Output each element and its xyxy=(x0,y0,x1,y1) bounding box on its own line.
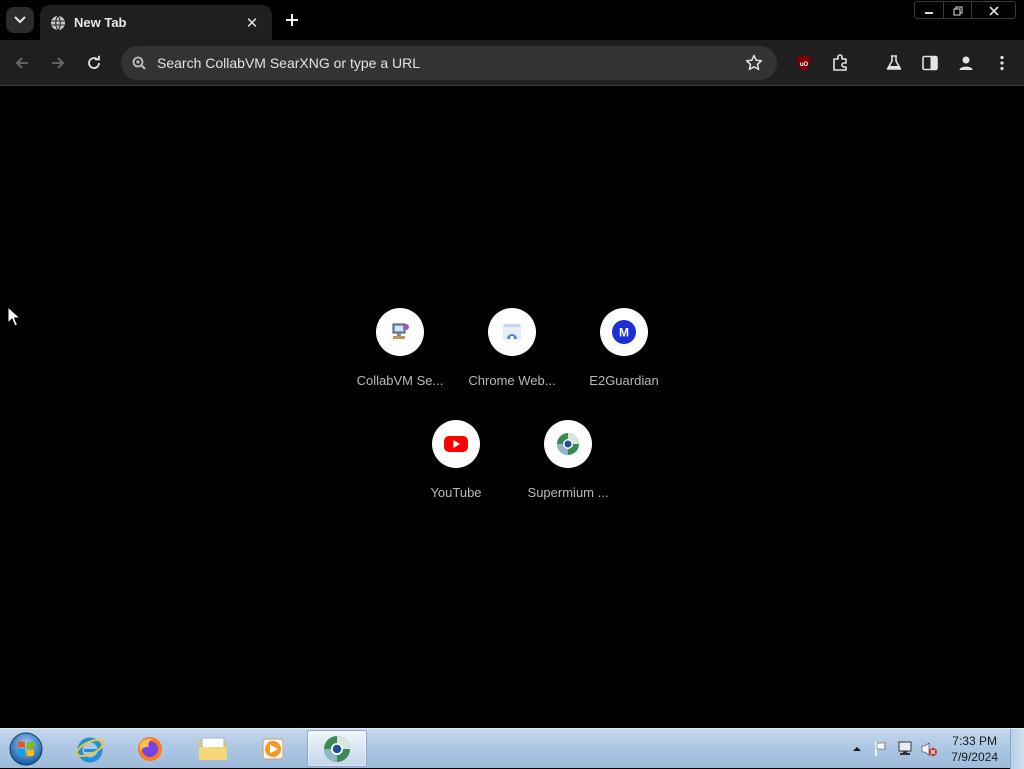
minimize-button[interactable] xyxy=(915,2,943,18)
mouse-cursor-icon xyxy=(7,306,21,327)
network-icon xyxy=(898,741,912,755)
address-bar-placeholder: Search CollabVM SearXNG or type a URL xyxy=(157,55,420,71)
restore-button[interactable] xyxy=(943,2,971,18)
ublock-origin-button[interactable]: uO xyxy=(792,51,816,75)
taskbar: 7:33 PM 7/9/2024 xyxy=(0,728,1024,769)
shortcut-tile[interactable]: Supermium ... xyxy=(512,420,624,532)
new-tab-button[interactable] xyxy=(280,8,304,32)
system-tray: 7:33 PM 7/9/2024 xyxy=(845,729,1024,769)
firefox-icon xyxy=(138,736,162,761)
close-icon xyxy=(988,5,999,16)
browser-toolbar: Search CollabVM SearXNG or type a URL uO xyxy=(0,40,1024,111)
action-center-button[interactable] xyxy=(872,740,890,758)
forward-icon xyxy=(52,57,65,69)
taskbar-media-player[interactable] xyxy=(243,730,303,767)
globe-icon xyxy=(51,15,65,30)
tab-new-tab[interactable]: New Tab ✕ xyxy=(40,5,272,40)
side-panel-icon xyxy=(922,55,938,71)
youtube-icon xyxy=(432,420,480,468)
tab-close-icon[interactable]: ✕ xyxy=(242,13,262,33)
extensions-icon xyxy=(833,54,847,71)
collabvm-icon xyxy=(376,308,424,356)
volume-button[interactable] xyxy=(920,740,938,758)
chevron-up-icon xyxy=(853,747,862,751)
extensions-button[interactable] xyxy=(828,51,852,75)
file-explorer-icon xyxy=(199,737,227,760)
tab-strip: New Tab ✕ xyxy=(0,0,1024,40)
new-tab-page: CollabVM Se... Chrome Web... M E2Guardia… xyxy=(0,87,1024,728)
side-panel-button[interactable] xyxy=(918,51,942,75)
taskbar-internet-explorer[interactable] xyxy=(60,730,120,767)
taskbar-supermium[interactable] xyxy=(307,730,367,767)
tab-title: New Tab xyxy=(74,15,127,30)
taskbar-clock[interactable]: 7:33 PM 7/9/2024 xyxy=(951,733,998,765)
show-hidden-icons-button[interactable] xyxy=(848,740,866,758)
internet-explorer-icon xyxy=(76,737,104,762)
shortcut-label: CollabVM Se... xyxy=(356,373,444,388)
supermium-icon xyxy=(544,420,592,468)
bookmark-star-button[interactable] xyxy=(742,51,766,75)
svg-text:uO: uO xyxy=(800,62,809,68)
shortcut-tile[interactable]: YouTube xyxy=(400,420,512,532)
back-icon xyxy=(15,57,28,69)
clock-date: 7/9/2024 xyxy=(951,750,998,764)
menu-icon xyxy=(1000,55,1004,71)
show-desktop-button[interactable] xyxy=(1010,729,1024,769)
svg-text:M: M xyxy=(619,326,629,340)
shortcut-tile[interactable]: M E2Guardian xyxy=(568,308,680,420)
address-bar[interactable]: Search CollabVM SearXNG or type a URL xyxy=(121,46,777,80)
taskbar-firefox[interactable] xyxy=(120,730,180,767)
labs-button[interactable] xyxy=(882,51,906,75)
shortcut-label: E2Guardian xyxy=(589,373,659,388)
media-player-icon xyxy=(262,738,284,759)
shortcut-label: Supermium ... xyxy=(527,485,609,500)
flag-icon xyxy=(875,742,887,756)
supermium-icon xyxy=(324,735,350,762)
reload-icon xyxy=(88,55,100,69)
profile-button[interactable] xyxy=(954,51,978,75)
shortcut-label: YouTube xyxy=(430,485,482,500)
window-controls xyxy=(914,1,1016,19)
windows-start-orb-icon xyxy=(9,732,43,766)
shortcut-label: Chrome Web... xyxy=(468,373,556,388)
volume-muted-icon xyxy=(921,742,938,756)
forward-button[interactable] xyxy=(46,51,70,75)
reload-button[interactable] xyxy=(82,51,106,75)
tab-search-button[interactable] xyxy=(6,7,34,33)
close-window-button[interactable] xyxy=(971,2,1015,18)
menu-button[interactable] xyxy=(990,51,1014,75)
searxng-icon xyxy=(129,53,149,73)
labs-flask-icon xyxy=(886,55,902,70)
profile-icon xyxy=(959,56,973,70)
shortcut-tile[interactable]: CollabVM Se... xyxy=(344,308,456,420)
plus-icon xyxy=(286,14,298,26)
taskbar-file-explorer[interactable] xyxy=(183,730,243,767)
chevron-down-icon xyxy=(14,16,26,24)
chrome-web-store-icon xyxy=(488,308,536,356)
minimize-icon xyxy=(925,11,933,14)
back-button[interactable] xyxy=(10,51,34,75)
ublock-icon: uO xyxy=(797,55,811,71)
restore-icon xyxy=(953,6,962,15)
network-button[interactable] xyxy=(896,740,914,758)
bookmark-star-icon xyxy=(745,54,763,71)
e2guardian-icon: M xyxy=(600,308,648,356)
start-button[interactable] xyxy=(6,731,46,767)
shortcut-tile[interactable]: Chrome Web... xyxy=(456,308,568,420)
clock-time: 7:33 PM xyxy=(952,734,997,748)
